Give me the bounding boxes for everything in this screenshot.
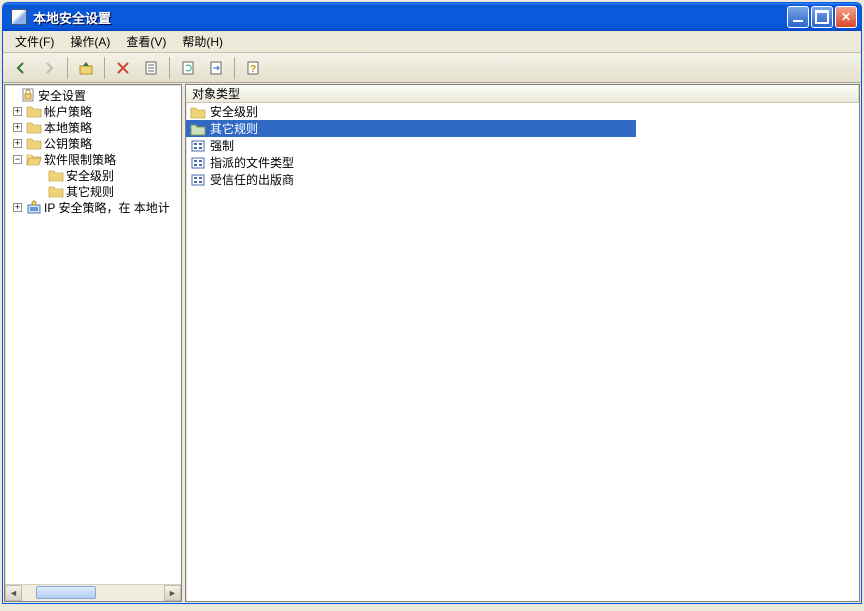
- toolbar-separator: [169, 57, 170, 79]
- scroll-left-button[interactable]: ◄: [5, 585, 22, 601]
- policy-icon: [190, 138, 206, 154]
- folder-icon: [190, 121, 206, 137]
- menubar: 文件(F) 操作(A) 查看(V) 帮助(H): [3, 31, 861, 53]
- list-item-label: 强制: [210, 137, 234, 154]
- help-button[interactable]: ?: [241, 56, 265, 80]
- tree-root[interactable]: 安全设置: [5, 87, 181, 103]
- folder-icon: [26, 119, 42, 135]
- titlebar[interactable]: 本地安全设置: [3, 3, 861, 31]
- folder-icon: [26, 103, 42, 119]
- export-list-icon: [208, 60, 224, 76]
- export-button[interactable]: [204, 56, 228, 80]
- list-item-trusted-publishers[interactable]: 受信任的出版商: [186, 171, 859, 188]
- refresh-button[interactable]: [176, 56, 200, 80]
- folder-icon: [48, 183, 64, 199]
- forward-button[interactable]: [37, 56, 61, 80]
- tree-item-label: 帐户策略: [44, 103, 92, 120]
- svg-text:?: ?: [250, 64, 256, 75]
- properties-icon: [143, 60, 159, 76]
- properties-button[interactable]: [139, 56, 163, 80]
- tree-pane: 安全设置 帐户策略 本地策略 公钥策略: [4, 84, 182, 602]
- back-button[interactable]: [9, 56, 33, 80]
- tree-root-label: 安全设置: [38, 87, 86, 104]
- scroll-thumb[interactable]: [36, 586, 96, 599]
- tree-item-label: 公钥策略: [44, 135, 92, 152]
- tree-item-label: 安全级别: [66, 167, 114, 184]
- list-item-label: 其它规则: [210, 120, 258, 137]
- tree-item-account-policies[interactable]: 帐户策略: [5, 103, 181, 119]
- policy-icon: [190, 172, 206, 188]
- expander-icon[interactable]: [13, 107, 22, 116]
- tree-item-ipsec[interactable]: IP 安全策略，在 本地计: [5, 199, 181, 215]
- expander-icon[interactable]: [13, 155, 22, 164]
- list-item-label: 安全级别: [210, 103, 258, 120]
- toolbar-separator: [104, 57, 105, 79]
- content-area: 安全设置 帐户策略 本地策略 公钥策略: [3, 83, 861, 603]
- help-icon: ?: [245, 60, 261, 76]
- delete-x-icon: [115, 60, 131, 76]
- window-controls: [787, 6, 857, 28]
- folder-open-icon: [26, 151, 42, 167]
- list-item-additional-rules[interactable]: 其它规则: [186, 120, 636, 137]
- tree-item-public-key-policies[interactable]: 公钥策略: [5, 135, 181, 151]
- tree-item-software-restriction[interactable]: 软件限制策略: [5, 151, 181, 167]
- list-item-label: 指派的文件类型: [210, 154, 294, 171]
- folder-icon: [190, 104, 206, 120]
- tree-item-local-policies[interactable]: 本地策略: [5, 119, 181, 135]
- tree-item-label: 软件限制策略: [44, 151, 116, 168]
- close-button[interactable]: [835, 6, 857, 28]
- security-settings-icon: [20, 87, 36, 103]
- tree-item-security-levels[interactable]: 安全级别: [5, 167, 181, 183]
- scroll-track[interactable]: [22, 585, 164, 601]
- app-window: 本地安全设置 文件(F) 操作(A) 查看(V) 帮助(H): [2, 2, 862, 604]
- minimize-button[interactable]: [787, 6, 809, 28]
- back-arrow-icon: [13, 60, 29, 76]
- scroll-right-button[interactable]: ►: [164, 585, 181, 601]
- tree-item-label: 其它规则: [66, 183, 114, 200]
- list-body: 安全级别 其它规则 强制 指派的文件类型 受信任的出版商: [186, 103, 859, 601]
- ipsec-icon: [26, 199, 42, 215]
- toolbar-separator: [234, 57, 235, 79]
- forward-arrow-icon: [41, 60, 57, 76]
- list-pane: 对象类型 安全级别 其它规则 强制 指派的文件类型: [185, 84, 860, 602]
- tree-body: 安全设置 帐户策略 本地策略 公钥策略: [5, 85, 181, 584]
- app-icon: [11, 9, 27, 25]
- menu-file[interactable]: 文件(F): [7, 31, 62, 52]
- tree-hscrollbar[interactable]: ◄ ►: [5, 584, 181, 601]
- up-button[interactable]: [74, 56, 98, 80]
- window-title: 本地安全设置: [31, 8, 787, 27]
- list-column-header[interactable]: 对象类型: [186, 85, 859, 103]
- tree-item-label: IP 安全策略，在 本地计: [44, 199, 170, 216]
- list-item-file-types[interactable]: 指派的文件类型: [186, 154, 859, 171]
- folder-icon: [26, 135, 42, 151]
- delete-button[interactable]: [111, 56, 135, 80]
- expander-icon[interactable]: [13, 123, 22, 132]
- list-item-security-levels[interactable]: 安全级别: [186, 103, 859, 120]
- column-header-label: 对象类型: [192, 85, 240, 102]
- menu-view[interactable]: 查看(V): [118, 31, 174, 52]
- maximize-button[interactable]: [811, 6, 833, 28]
- toolbar-separator: [67, 57, 68, 79]
- tree-item-label: 本地策略: [44, 119, 92, 136]
- folder-icon: [48, 167, 64, 183]
- list-item-label: 受信任的出版商: [210, 171, 294, 188]
- list-item-enforcement[interactable]: 强制: [186, 137, 859, 154]
- menu-help[interactable]: 帮助(H): [174, 31, 231, 52]
- toolbar: ?: [3, 53, 861, 83]
- expander-icon[interactable]: [13, 203, 22, 212]
- folder-up-icon: [78, 60, 94, 76]
- expander-icon[interactable]: [13, 139, 22, 148]
- menu-action[interactable]: 操作(A): [62, 31, 118, 52]
- tree-item-additional-rules[interactable]: 其它规则: [5, 183, 181, 199]
- refresh-icon: [180, 60, 196, 76]
- policy-icon: [190, 155, 206, 171]
